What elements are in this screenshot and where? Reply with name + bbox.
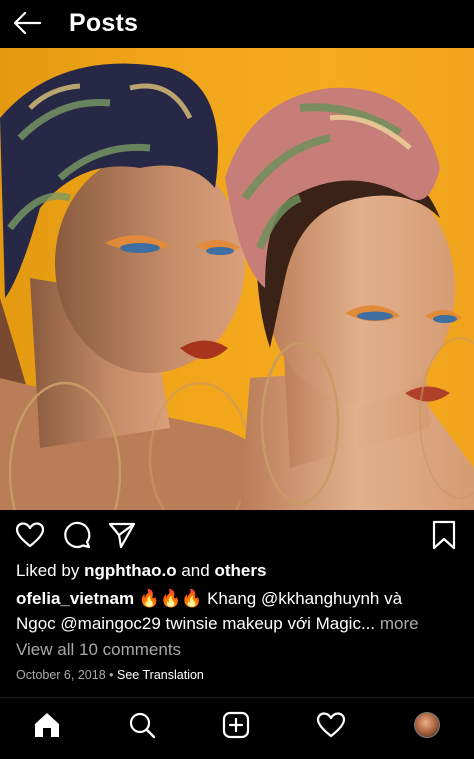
arrow-left-icon — [13, 11, 42, 35]
caption-username[interactable]: ofelia_vietnam — [16, 589, 134, 608]
bookmark-icon — [432, 520, 456, 550]
comment-icon — [64, 521, 91, 549]
top-bar: Posts — [0, 0, 474, 48]
caption-emoji: 🔥🔥🔥 — [138, 589, 203, 608]
page-title: Posts — [69, 9, 139, 37]
nav-search[interactable] — [125, 708, 159, 742]
nav-home[interactable] — [30, 708, 64, 742]
caption-more-link[interactable]: more — [380, 614, 419, 633]
post-caption: ofelia_vietnam 🔥🔥🔥 Khang @kkhanghuynh và… — [16, 586, 462, 636]
bottom-edge — [0, 753, 474, 759]
post-image[interactable] — [0, 48, 474, 510]
comment-button[interactable] — [61, 520, 93, 550]
profile-avatar — [414, 712, 440, 738]
likes-joiner: and — [181, 561, 210, 580]
view-all-comments-link[interactable]: View all 10 comments — [16, 640, 181, 660]
see-translation-link[interactable]: See Translation — [117, 668, 204, 682]
heart-icon — [15, 522, 45, 548]
caption-text-line1: Khang @kkhanghuynh và — [207, 589, 403, 608]
liked-by-user-link[interactable]: ngphthao.o — [84, 561, 177, 580]
activity-heart-icon — [316, 712, 346, 738]
send-icon — [108, 522, 136, 549]
search-icon — [129, 712, 156, 739]
like-button[interactable] — [14, 520, 46, 550]
home-icon — [35, 713, 59, 737]
caption-text-line2: Ngọc @maingoc29 twinsie makeup với Magic… — [16, 614, 376, 633]
post-actions — [0, 514, 474, 558]
likes-summary: Liked by ngphthao.o and others — [16, 561, 266, 581]
nav-new-post[interactable] — [219, 708, 253, 742]
likes-prefix: Liked by — [16, 561, 80, 580]
post-meta: October 6, 2018 • See Translation — [16, 668, 204, 682]
add-post-icon — [222, 711, 250, 739]
share-button[interactable] — [106, 520, 138, 550]
likes-others-link[interactable]: others — [214, 561, 266, 580]
nav-activity[interactable] — [314, 708, 348, 742]
post-date: October 6, 2018 — [16, 668, 106, 682]
bottom-nav — [0, 698, 474, 753]
back-button[interactable] — [12, 10, 42, 36]
save-button[interactable] — [428, 519, 460, 551]
nav-profile[interactable] — [410, 708, 444, 742]
meta-separator: • — [109, 668, 114, 682]
